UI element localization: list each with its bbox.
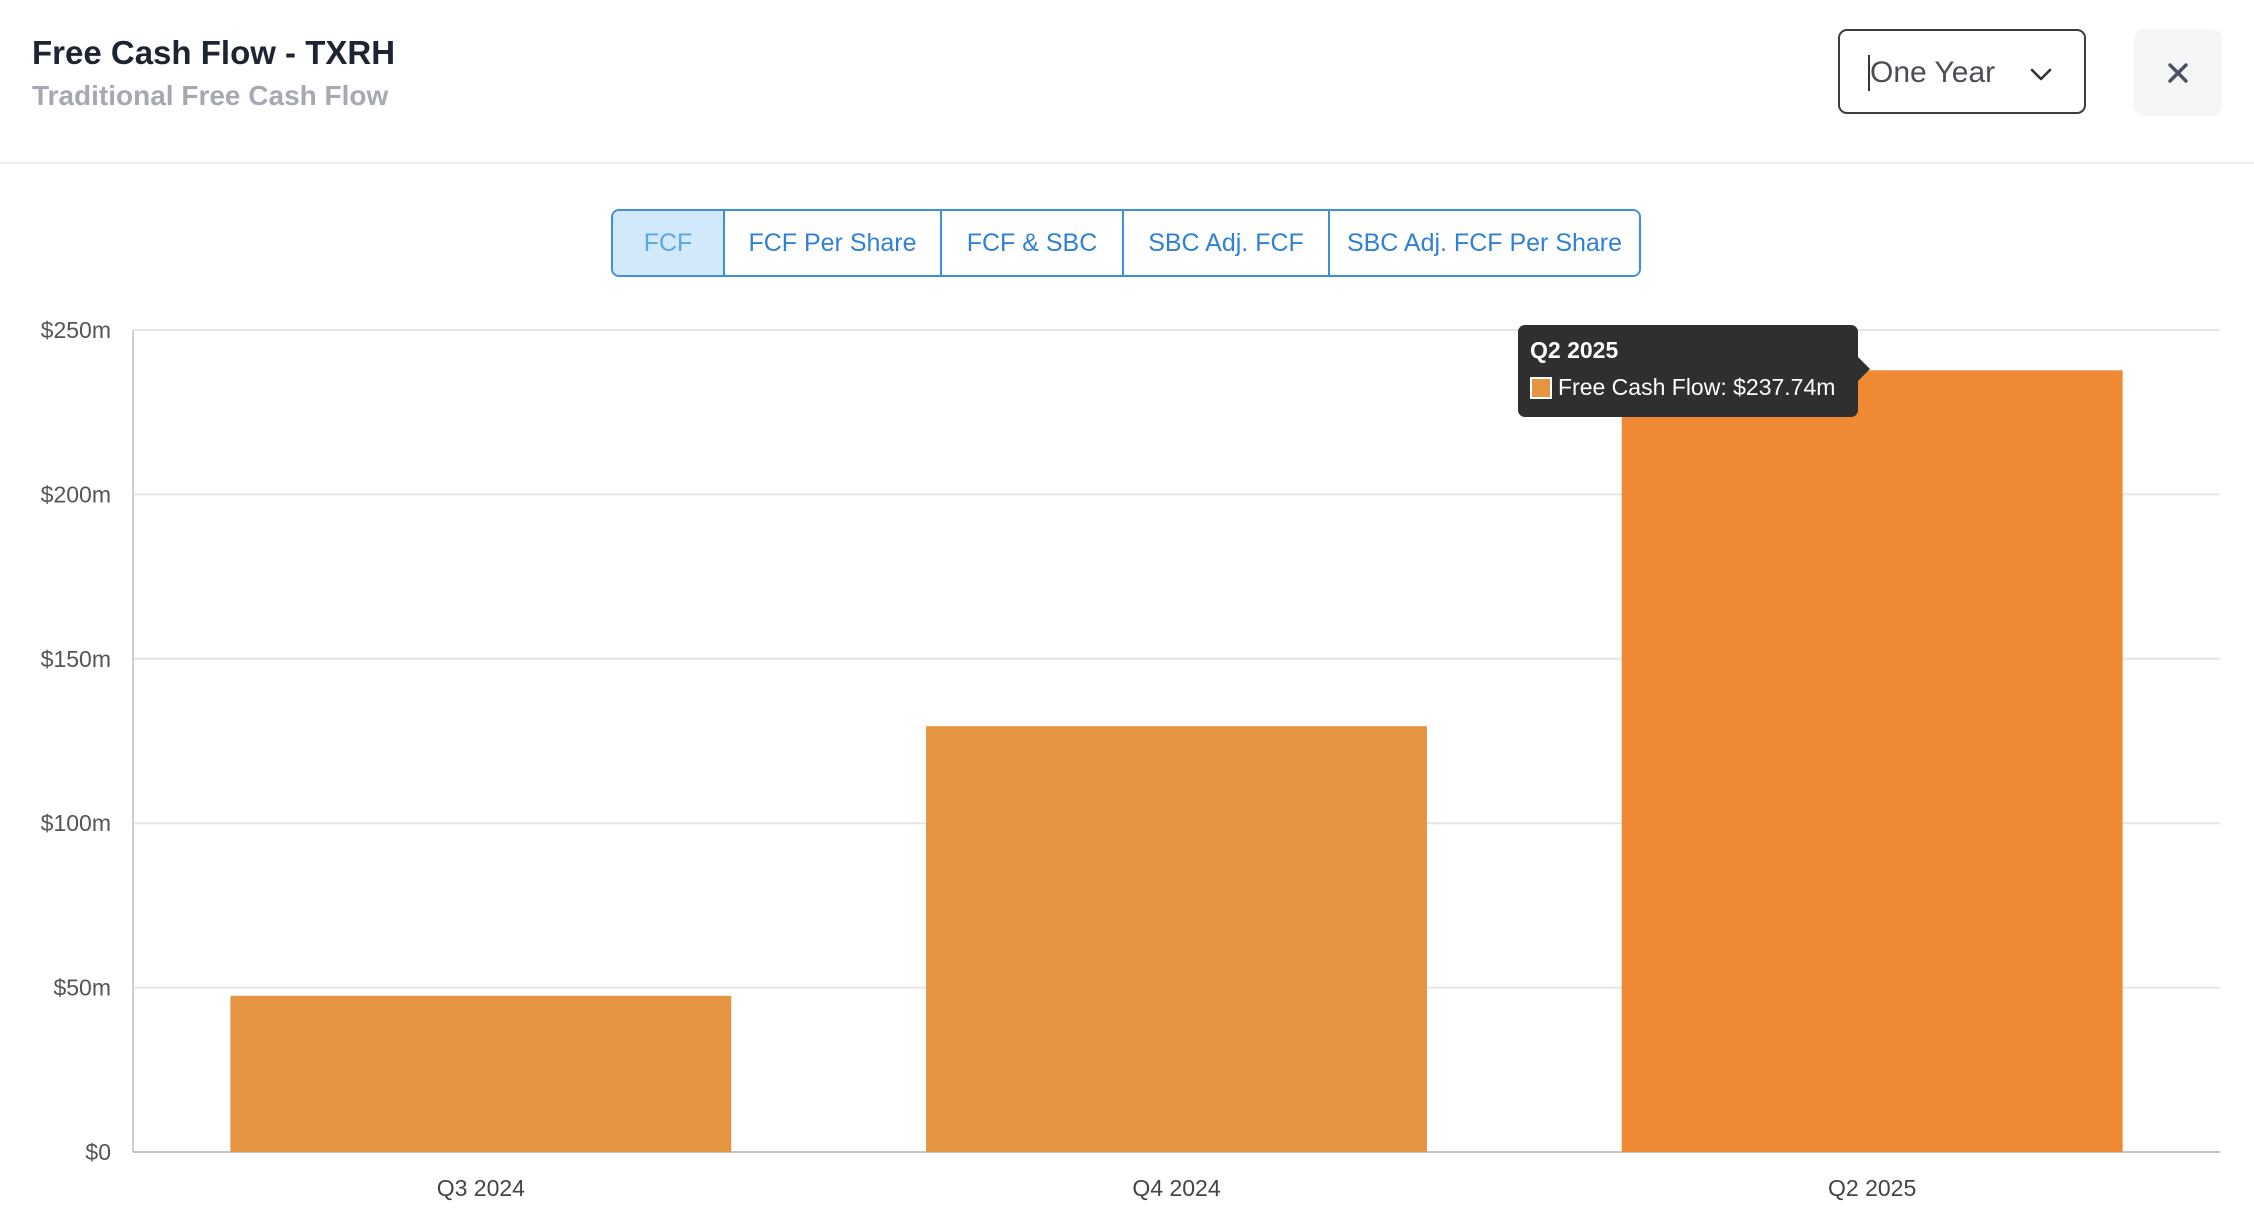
bar [230, 995, 732, 1152]
y-tick-label: $200m [41, 481, 111, 507]
y-tick-label: $150m [41, 646, 111, 672]
tooltip-title: Q2 2025 [1530, 337, 1619, 363]
x-tick-label: Q2 2025 [1828, 1175, 1916, 1201]
tooltip-swatch [1530, 376, 1552, 399]
page-title: Free Cash Flow - TXRH [32, 34, 396, 71]
close-button[interactable] [2134, 29, 2222, 116]
metric-tabs: FCF FCF Per Share FCF & SBC SBC Adj. FCF… [611, 209, 1641, 277]
tooltip-label: Free Cash Flow: $237.74m [1558, 374, 1836, 400]
bar [1621, 370, 2123, 1152]
y-tick-label: $0 [85, 1139, 111, 1165]
tab-fcf-per-share[interactable]: FCF Per Share [723, 211, 940, 275]
period-select[interactable]: One Year [1838, 29, 2086, 114]
tab-sbc-adj-fcf[interactable]: SBC Adj. FCF [1122, 211, 1328, 275]
fcf-bar-chart: $0 $50m $100m $150m $200m $250m Q3 2024 Q4 2024… [41, 317, 2220, 1201]
y-tick-label: $250m [41, 317, 111, 343]
chevron-down-icon [2030, 68, 2052, 81]
period-select-value: One Year [1870, 56, 1996, 89]
y-tick-label: $50m [53, 975, 111, 1001]
x-tick-label: Q3 2024 [437, 1175, 525, 1201]
modal-header: Free Cash Flow - TXRH Traditional Free C… [0, 0, 2254, 164]
tab-fcf-and-sbc[interactable]: FCF & SBC [940, 211, 1122, 275]
bar [926, 726, 1427, 1152]
tab-sbc-adj-fcf-per-share[interactable]: SBC Adj. FCF Per Share [1328, 211, 1639, 275]
close-icon [2168, 62, 2188, 83]
chart-tooltip: Q2 2025 Free Cash Flow: $237.74m [1518, 325, 1870, 417]
y-tick-label: $100m [41, 810, 111, 836]
tooltip-row: Free Cash Flow: $237.74m [1530, 374, 1846, 401]
page-subtitle: Traditional Free Cash Flow [32, 80, 389, 111]
tab-fcf[interactable]: FCF [613, 211, 723, 275]
x-tick-label: Q4 2024 [1132, 1175, 1220, 1201]
